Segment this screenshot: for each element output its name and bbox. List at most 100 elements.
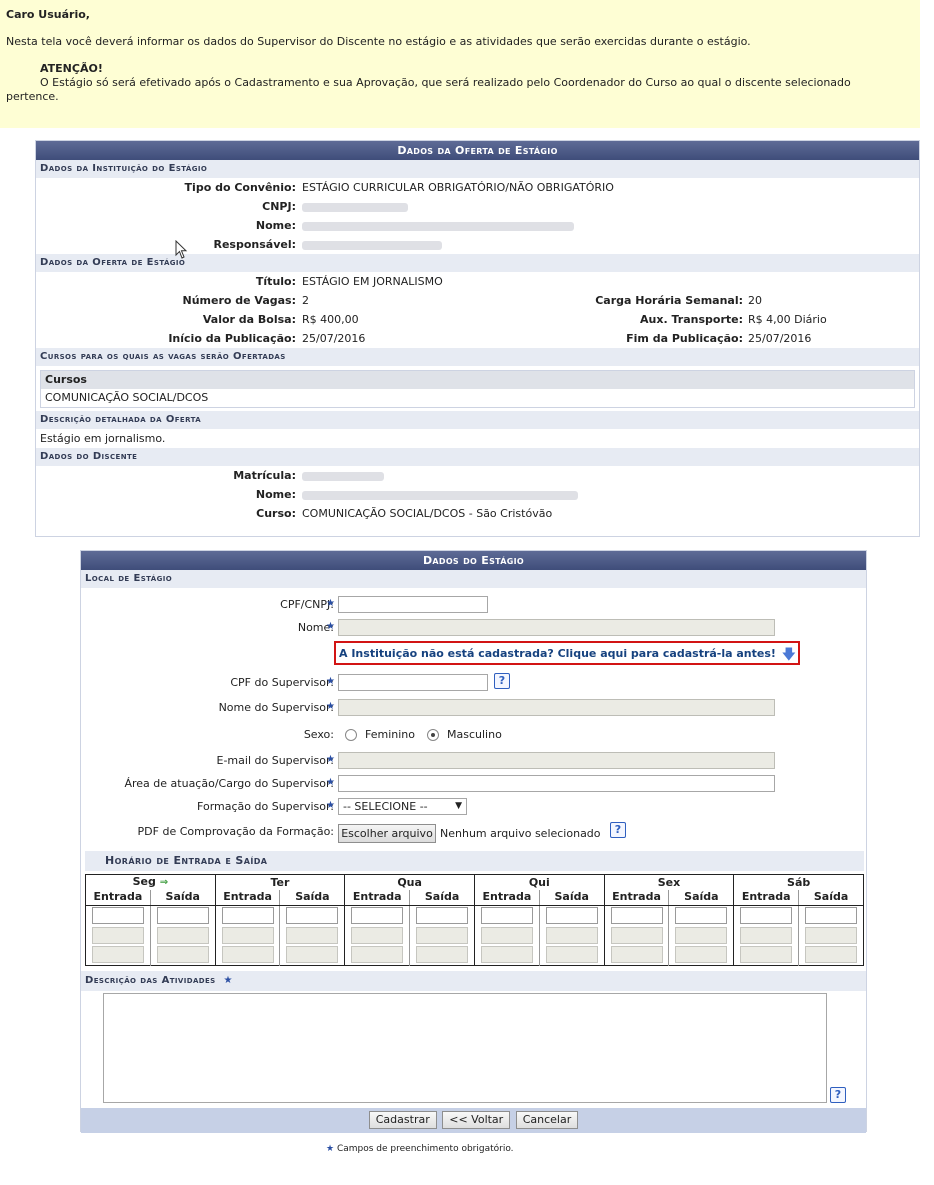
discente-nome-redacted [302, 490, 578, 500]
day-header-qua: Qua [344, 874, 475, 890]
nome-instituicao-input[interactable] [338, 619, 775, 636]
cnpj-label: CNPJ: [262, 200, 296, 213]
cpf-supervisor-label: CPF do Supervisor: [230, 676, 334, 689]
time-input-disabled [805, 946, 858, 964]
time-input[interactable] [545, 906, 598, 924]
time-input-disabled [610, 926, 663, 944]
carga-value: 20 [748, 294, 762, 307]
time-input-disabled [351, 946, 404, 964]
entrada-header: Entrada [85, 890, 151, 906]
vagas-value: 2 [302, 294, 309, 307]
discente-nome-label: Nome: [255, 488, 296, 501]
transporte-label: Aux. Transporte: [640, 313, 743, 326]
time-input-disabled [740, 926, 793, 944]
star-icon: ★ [326, 800, 335, 811]
local-heading: Local de Estágio [81, 570, 866, 588]
curso-value: COMUNICAÇÃO SOCIAL/DCOS - São Cristóvão [302, 507, 553, 520]
star-icon: ★ [326, 701, 335, 712]
time-input[interactable] [675, 906, 728, 924]
area-atuacao-input[interactable] [338, 775, 775, 792]
time-input[interactable] [480, 906, 533, 924]
masculino-label: Masculino [447, 728, 502, 741]
area-atuacao-label: Área de atuação/Cargo do Supervisor: [124, 777, 334, 790]
cadastrar-instituicao-text[interactable]: A Instituição não está cadastrada? Cliqu… [339, 647, 776, 660]
inicio-value: 25/07/2016 [302, 332, 366, 345]
time-input[interactable] [610, 906, 663, 924]
saida-header: Saída [668, 890, 734, 906]
tipo-convenio-value: ESTÁGIO CURRICULAR OBRIGATÓRIO/NÃO OBRIG… [302, 181, 614, 194]
time-input[interactable] [740, 906, 793, 924]
tipo-convenio-label: Tipo do Convênio: [184, 181, 296, 194]
nome-redacted [302, 221, 574, 231]
time-input[interactable] [221, 906, 274, 924]
estagio-title: Dados do Estágio [81, 551, 866, 570]
help-icon[interactable]: ? [494, 673, 510, 689]
feminino-radio[interactable] [345, 729, 357, 741]
entrada-header: Entrada [603, 890, 669, 906]
time-input-disabled [416, 946, 469, 964]
notice-attention: ATENÇÃO! [40, 62, 103, 75]
bolsa-label: Valor da Bolsa: [202, 313, 296, 326]
cancelar-button[interactable]: Cancelar [515, 1111, 579, 1129]
time-input-disabled [221, 926, 274, 944]
time-input[interactable] [805, 906, 858, 924]
time-input-disabled [480, 946, 533, 964]
instituicao-heading: Dados da Instituição do Estágio [36, 160, 919, 178]
transporte-value: R$ 4,00 Diário [748, 313, 827, 326]
oferta-panel: Dados da Oferta de Estágio Dados da Inst… [35, 140, 920, 537]
help-icon[interactable]: ? [610, 822, 626, 838]
nome-supervisor-input[interactable] [338, 699, 775, 716]
cpf-supervisor-input[interactable] [338, 674, 488, 691]
descricao-oferta-heading: Descrição detalhada da Oferta [36, 411, 919, 429]
star-icon: ★ [223, 975, 233, 986]
time-input-disabled [286, 926, 339, 944]
formacao-select[interactable]: -- SELECIONE -- ▼ [338, 798, 467, 815]
entrada-header: Entrada [733, 890, 799, 906]
help-icon[interactable]: ? [830, 1087, 846, 1103]
notice-line2: O Estágio só será efetivado após o Cadas… [40, 76, 851, 89]
descricao-oferta-text: Estágio em jornalismo. [40, 432, 166, 445]
time-input[interactable] [156, 906, 209, 924]
nome-label: Nome: [255, 219, 296, 232]
pdf-file-input[interactable]: Escolher arquivo Nenhum arquivo seleciona… [338, 824, 608, 843]
carga-label: Carga Horária Semanal: [595, 294, 743, 307]
email-supervisor-input[interactable] [338, 752, 775, 769]
inicio-label: Início da Publicação: [168, 332, 296, 345]
time-input-disabled [675, 926, 728, 944]
masculino-radio[interactable] [427, 729, 439, 741]
cadastrar-instituicao-link[interactable]: A Instituição não está cadastrada? Cliqu… [334, 641, 800, 665]
time-input-disabled [416, 926, 469, 944]
time-input-disabled [351, 926, 404, 944]
responsavel-redacted [302, 240, 442, 250]
sexo-label: Sexo: [303, 728, 334, 741]
entrada-header: Entrada [473, 890, 540, 906]
time-input[interactable] [91, 906, 144, 924]
nome-supervisor-label: Nome do Supervisor: [218, 701, 334, 714]
saida-header: Saída [798, 890, 864, 906]
star-icon: ★ [326, 777, 335, 788]
time-input[interactable] [416, 906, 469, 924]
cadastrar-button[interactable]: Cadastrar [368, 1111, 437, 1129]
choose-file-button[interactable]: Escolher arquivo [338, 824, 436, 843]
time-input[interactable] [351, 906, 404, 924]
cpf-cnpj-input[interactable] [338, 596, 488, 613]
responsavel-label: Responsável: [213, 238, 296, 251]
time-input-disabled [286, 946, 339, 964]
descricao-atividades-textarea[interactable] [103, 993, 827, 1103]
star-icon: ★ [326, 754, 335, 765]
cursos-heading: Cursos para os quais as vagas serão Ofer… [36, 348, 919, 366]
green-right-arrow-icon[interactable]: ⇒ [160, 877, 168, 888]
saida-header: Saída [409, 890, 475, 906]
saida-header: Saída [149, 890, 216, 906]
time-input-disabled [545, 926, 598, 944]
matricula-label: Matrícula: [233, 469, 296, 482]
time-input-disabled [610, 946, 663, 964]
voltar-button[interactable]: << Voltar [442, 1111, 511, 1129]
cursos-column-header: Cursos [41, 371, 914, 389]
titulo-value: ESTÁGIO EM JORNALISMO [302, 275, 443, 288]
time-input[interactable] [286, 906, 339, 924]
star-icon: ★ [326, 621, 335, 632]
cursos-row: COMUNICAÇÃO SOCIAL/DCOS [45, 391, 209, 404]
vagas-label: Número de Vagas: [182, 294, 296, 307]
time-input-disabled [221, 946, 274, 964]
